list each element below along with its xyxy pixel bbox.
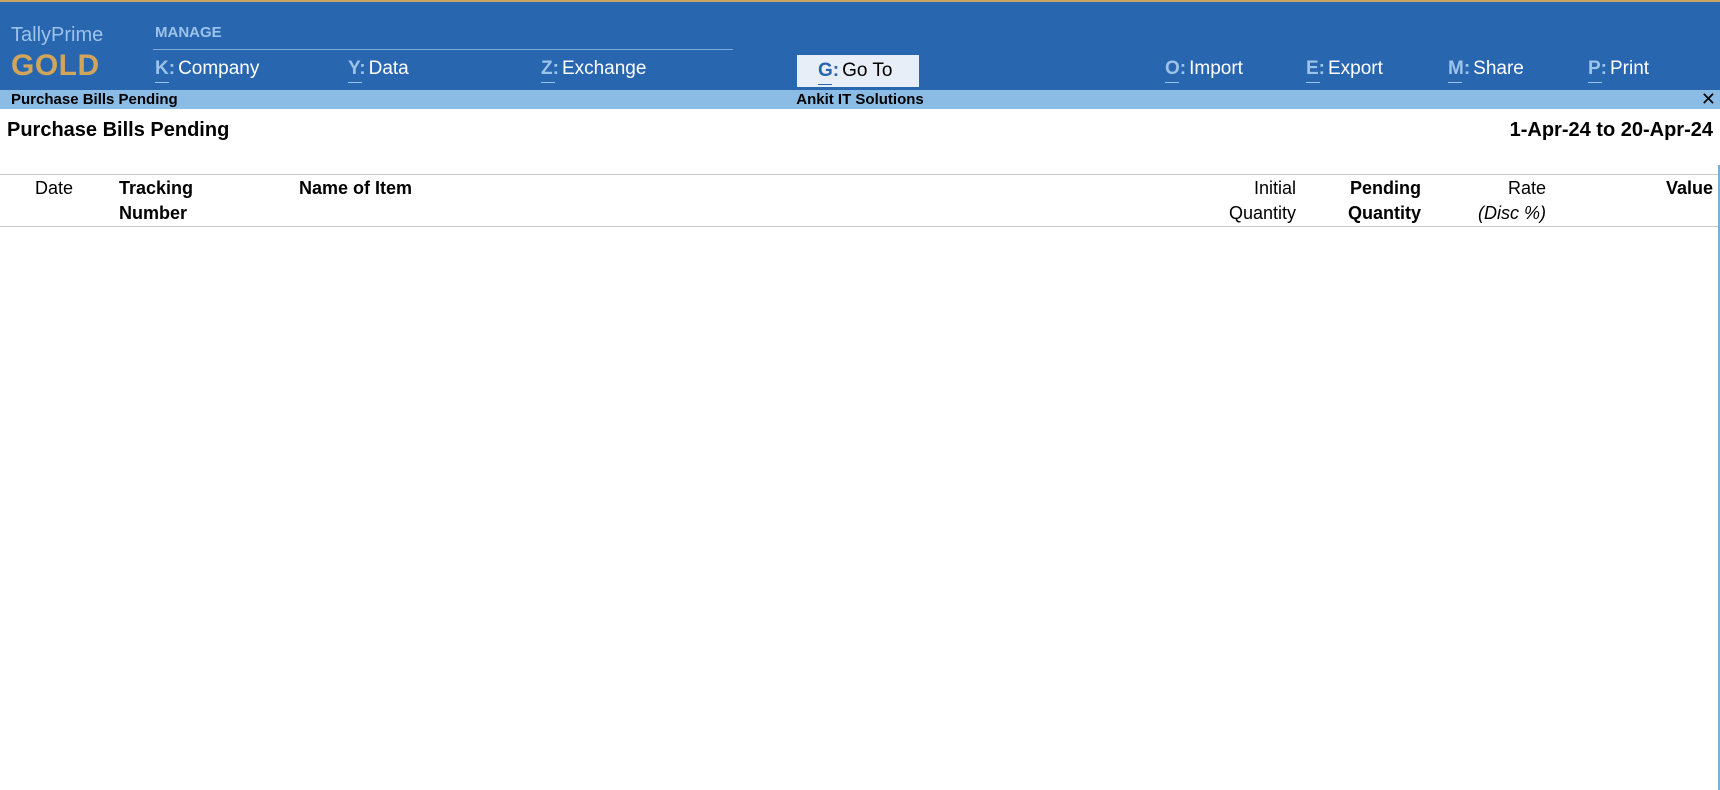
menu-share-key: M: bbox=[1448, 58, 1471, 83]
menu-exchange[interactable]: Z: Exchange bbox=[541, 58, 647, 83]
column-header-tracking-line2: Number bbox=[119, 203, 188, 223]
column-header-rate: Rate (Disc %) bbox=[1478, 176, 1546, 226]
menu-import-key: O: bbox=[1165, 58, 1187, 83]
menu-company[interactable]: K: Company bbox=[155, 58, 260, 83]
menu-data-label: Data bbox=[368, 58, 409, 79]
menu-export-key: E: bbox=[1306, 58, 1325, 83]
menu-company-key: K: bbox=[155, 58, 176, 83]
company-name: Ankit IT Solutions bbox=[796, 91, 924, 108]
menu-print-label: Print bbox=[1610, 58, 1650, 79]
column-header-initial-line1: Initial bbox=[1253, 178, 1296, 198]
column-header-initial-quantity: Initial Quantity bbox=[1229, 176, 1296, 226]
menu-company-label: Company bbox=[178, 58, 260, 79]
menu-share-label: Share bbox=[1473, 58, 1524, 79]
column-header-tracking-number: Tracking Number bbox=[119, 176, 193, 226]
manage-label: MANAGE bbox=[155, 24, 222, 41]
goto-key: G: bbox=[818, 60, 840, 85]
menu-export-label: Export bbox=[1328, 58, 1383, 79]
close-icon[interactable]: ✕ bbox=[1701, 89, 1716, 109]
report-body bbox=[0, 227, 1718, 790]
top-menu-bar: TallyPrime GOLD MANAGE K: Company Y: Data … bbox=[0, 0, 1720, 90]
screen-title-bar: Purchase Bills Pending Ankit IT Solution… bbox=[0, 89, 1720, 109]
column-header-pending-line2: Quantity bbox=[1347, 203, 1421, 223]
menu-exchange-label: Exchange bbox=[561, 58, 647, 79]
menu-export[interactable]: E: Export bbox=[1306, 58, 1383, 83]
report-period[interactable]: 1-Apr-24 to 20-Apr-24 bbox=[1510, 119, 1713, 142]
goto-button[interactable]: G: Go To bbox=[797, 55, 919, 87]
menu-data[interactable]: Y: Data bbox=[348, 58, 409, 83]
menu-data-key: Y: bbox=[348, 58, 366, 83]
brand-edition: GOLD bbox=[11, 49, 100, 82]
menu-print-key: P: bbox=[1588, 58, 1607, 83]
column-header-tracking-line1: Tracking bbox=[119, 178, 194, 198]
menu-print[interactable]: P: Print bbox=[1588, 58, 1650, 83]
menu-share[interactable]: M: Share bbox=[1448, 58, 1524, 83]
column-header-date: Date bbox=[35, 178, 74, 198]
column-header-rate-line2: (Disc %) bbox=[1478, 203, 1546, 223]
manage-divider bbox=[153, 49, 733, 50]
header-top-divider bbox=[0, 174, 1720, 175]
column-header-pending-quantity: Pending Quantity bbox=[1348, 176, 1421, 226]
report-title: Purchase Bills Pending bbox=[7, 119, 230, 141]
goto-label: Go To bbox=[842, 60, 893, 81]
column-header-initial-line2: Quantity bbox=[1228, 203, 1296, 223]
menu-import[interactable]: O: Import bbox=[1165, 58, 1243, 83]
column-header-value: Value bbox=[1665, 178, 1713, 198]
brand-name: TallyPrime bbox=[11, 24, 104, 46]
menu-exchange-key: Z: bbox=[541, 58, 559, 83]
column-header-rate-line1: Rate bbox=[1507, 178, 1546, 198]
column-header-item-name: Name of Item bbox=[299, 178, 413, 198]
menu-import-label: Import bbox=[1189, 58, 1243, 79]
column-header-pending-line1: Pending bbox=[1350, 178, 1421, 198]
